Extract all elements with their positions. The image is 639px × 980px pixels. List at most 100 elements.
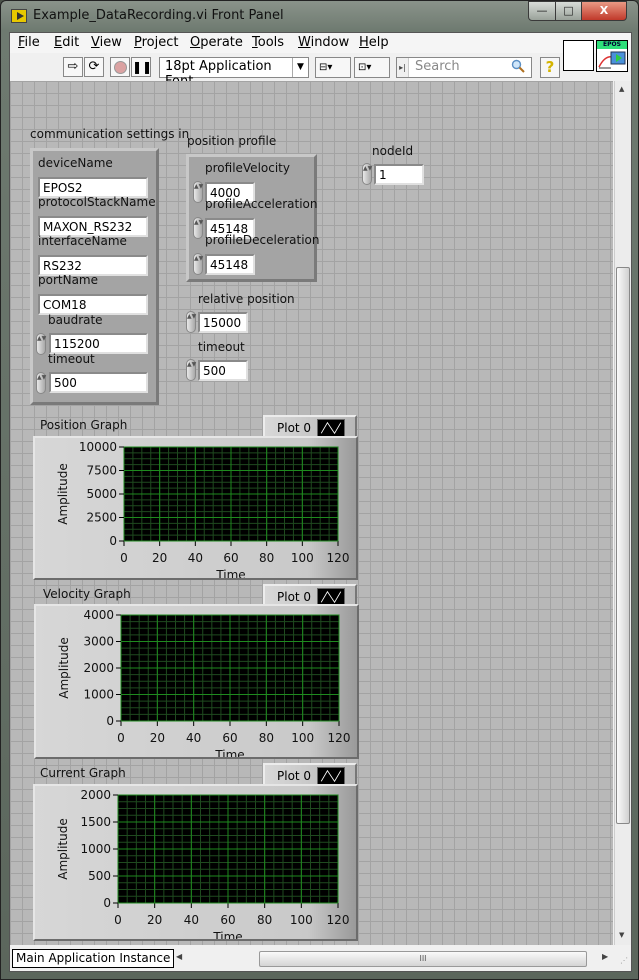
- timeout-2-increment-decrement[interactable]: ▲▼: [186, 359, 196, 381]
- label-nodeId: nodeId: [372, 144, 414, 158]
- minimize-button[interactable]: —: [528, 1, 556, 21]
- y-tick-label: 1000: [80, 842, 111, 856]
- profileDeceleration-numeric[interactable]: 45148: [205, 254, 255, 275]
- client-area: File Edit View Project Operate Tools Win…: [9, 32, 632, 972]
- y-tick-label: 500: [88, 869, 111, 883]
- menu-project[interactable]: Project: [134, 35, 179, 50]
- nodeId-numeric[interactable]: 1: [374, 164, 424, 185]
- position-profile-cluster: profileVelocity ▲▼ 4000 profileAccelerat…: [186, 154, 320, 282]
- epos-vi-icon[interactable]: EPOS: [596, 40, 628, 72]
- font-select[interactable]: 18pt Application Font ▼: [159, 57, 309, 89]
- communication-settings-cluster: deviceName EPOS2 protocolStackName MAXON…: [30, 148, 159, 405]
- scroll-down-arrow[interactable]: ▼: [619, 931, 624, 939]
- label-timeout: timeout: [48, 352, 95, 366]
- label-baudrate: baudrate: [48, 313, 103, 327]
- scroll-left-arrow[interactable]: ◀: [176, 952, 182, 961]
- label-timeout-2: timeout: [198, 340, 245, 354]
- x-tick-label: 0: [114, 913, 122, 927]
- align-objects-dropdown[interactable]: ⊟▾: [315, 57, 351, 78]
- title-bar[interactable]: Example_DataRecording.vi Front Panel — □…: [1, 1, 638, 33]
- window: Example_DataRecording.vi Front Panel — □…: [0, 0, 639, 980]
- x-tick-label: 120: [328, 731, 351, 745]
- search-placeholder: Search: [415, 59, 460, 74]
- timeout-increment-decrement[interactable]: ▲▼: [36, 372, 46, 394]
- baudrate-numeric[interactable]: 115200: [49, 333, 148, 354]
- search-input[interactable]: ▸| Search: [396, 57, 532, 78]
- search-icon[interactable]: [511, 59, 525, 73]
- horizontal-scrollbar[interactable]: ◀ III ▶: [172, 951, 612, 967]
- maximize-button[interactable]: □: [555, 1, 582, 21]
- resize-grip-icon[interactable]: ⋰: [620, 956, 628, 965]
- menu-edit[interactable]: Edit: [54, 35, 79, 50]
- current-graph: 0 20 40 60 80 100 120 0 500 1000 1500 2000 Time Ampli…: [33, 784, 358, 944]
- x-tick-label: 120: [327, 913, 350, 927]
- position-graph-plot[interactable]: 0 20 40 60 80 100 120 0 2500 5000 7500 10000 Time Amp…: [35, 438, 356, 582]
- menu-help[interactable]: Help: [359, 35, 389, 50]
- profileAcceleration-increment-decrement[interactable]: ▲▼: [193, 217, 203, 239]
- y-tick-label: 5000: [86, 487, 117, 501]
- vertical-scrollbar[interactable]: ▲ ▼: [614, 81, 631, 945]
- portName-field[interactable]: COM18: [38, 294, 148, 315]
- profileDeceleration-increment-decrement[interactable]: ▲▼: [193, 253, 203, 275]
- profileVelocity-increment-decrement[interactable]: ▲▼: [193, 181, 203, 203]
- baudrate-increment-decrement[interactable]: ▲▼: [36, 333, 46, 355]
- velocity-graph-plot[interactable]: 0 20 40 60 80 100 120 0 1000 2000 3000 4000 Time Ampl…: [36, 606, 357, 762]
- label-profileAcceleration: profileAcceleration: [205, 197, 318, 211]
- plot-line-icon: [317, 419, 345, 437]
- x-tick-label: 60: [220, 913, 235, 927]
- relative-position-increment-decrement[interactable]: ▲▼: [186, 311, 196, 333]
- nodeId-increment-decrement[interactable]: ▲▼: [362, 163, 372, 185]
- menu-tools[interactable]: Tools: [252, 35, 284, 50]
- run-continuously-icon[interactable]: ⟳: [84, 57, 104, 77]
- y-axis-label: Amplitude: [56, 463, 70, 525]
- status-bar: Main Application Instance ◀ III ▶ ⋰: [10, 946, 631, 971]
- label-relative-position: relative position: [198, 292, 295, 306]
- x-tick-label: 80: [259, 551, 274, 565]
- current-graph-plot[interactable]: 0 20 40 60 80 100 120 0 500 1000 1500 2000 Time Ampli…: [35, 786, 356, 944]
- menu-view[interactable]: View: [91, 35, 122, 50]
- search-grip-icon: ▸|: [397, 58, 409, 77]
- pause-icon: ❚❚: [132, 60, 153, 74]
- menu-window[interactable]: Window: [298, 35, 349, 50]
- abort-execution-button[interactable]: [110, 57, 130, 77]
- velocity-graph-title: Velocity Graph: [43, 587, 131, 601]
- close-button[interactable]: X: [581, 1, 627, 21]
- pause-button[interactable]: ❚❚: [131, 57, 153, 77]
- label-deviceName: deviceName: [38, 156, 113, 170]
- x-tick-label: 100: [291, 731, 314, 745]
- x-tick-label: 80: [257, 913, 272, 927]
- position-graph-title: Position Graph: [40, 418, 128, 432]
- x-axis-label: Time: [214, 748, 244, 757]
- y-tick-label: 0: [109, 534, 117, 548]
- label-protocolStackName: protocolStackName: [38, 195, 156, 209]
- y-tick-label: 10000: [79, 440, 117, 454]
- y-axis-label: Amplitude: [56, 818, 70, 880]
- timeout-numeric[interactable]: 500: [49, 372, 148, 393]
- y-tick-label: 0: [106, 714, 114, 728]
- current-graph-title: Current Graph: [40, 766, 126, 780]
- legend-plot-label: Plot 0: [277, 421, 312, 435]
- x-tick-label: 40: [188, 551, 203, 565]
- run-arrow-icon[interactable]: ⇨: [63, 57, 83, 77]
- y-tick-label: 7500: [86, 464, 117, 478]
- distribute-objects-dropdown[interactable]: ⊡▾: [354, 57, 390, 78]
- label-portName: portName: [38, 273, 98, 287]
- scroll-up-arrow[interactable]: ▲: [619, 85, 624, 93]
- menu-operate[interactable]: Operate: [190, 35, 243, 50]
- velocity-graph: 0 20 40 60 80 100 120 0 1000 2000 3000 4000 Time Ampl…: [34, 604, 359, 762]
- y-axis-label: Amplitude: [57, 637, 71, 699]
- relative-position-numeric[interactable]: 15000: [198, 312, 248, 333]
- x-tick-label: 40: [186, 731, 201, 745]
- menu-bar: File Edit View Project Operate Tools Win…: [10, 33, 631, 53]
- label-profileVelocity: profileVelocity: [205, 161, 290, 175]
- timeout-2-numeric[interactable]: 500: [198, 360, 248, 381]
- horizontal-scroll-thumb[interactable]: III: [259, 951, 587, 967]
- vertical-scroll-thumb[interactable]: [616, 267, 630, 824]
- chevron-down-icon: ▼: [292, 58, 308, 77]
- menu-file[interactable]: File: [18, 35, 40, 50]
- connector-pane[interactable]: [563, 40, 594, 71]
- scroll-right-arrow[interactable]: ▶: [602, 952, 608, 961]
- context-help-button[interactable]: ?: [540, 57, 560, 78]
- stop-icon: [113, 61, 127, 74]
- cluster-label-position-profile: position profile: [187, 134, 277, 148]
